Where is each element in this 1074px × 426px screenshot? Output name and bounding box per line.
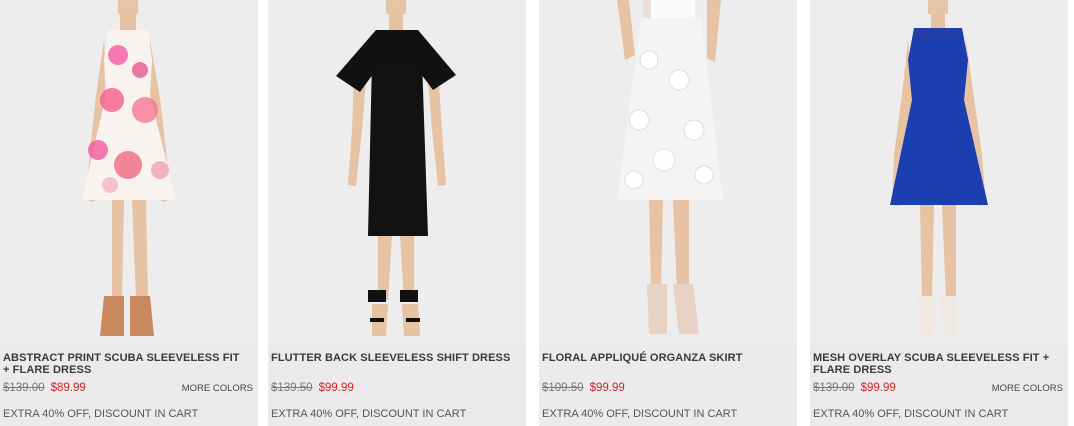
more-colors-link[interactable]: MORE COLORS (182, 383, 253, 394)
sale-price: $99.99 (589, 382, 625, 394)
price-row: $139.00 $89.99 (3, 382, 86, 394)
price-row: $139.00 $99.99 (813, 382, 896, 394)
sale-price: $99.99 (860, 382, 896, 394)
more-colors-link[interactable]: MORE COLORS (992, 383, 1063, 394)
price-row: $139.50 $99.99 (271, 382, 354, 394)
original-price: $109.50 (542, 382, 584, 394)
product-card[interactable]: MESH OVERLAY SCUBA SLEEVELESS FIT + FLAR… (810, 0, 1068, 426)
sale-price: $99.99 (318, 382, 354, 394)
product-info: MESH OVERLAY SCUBA SLEEVELESS FIT + FLAR… (810, 346, 1068, 426)
product-image[interactable] (268, 0, 526, 346)
original-price: $139.50 (271, 382, 313, 394)
promo-text: EXTRA 40% OFF, DISCOUNT IN CART (813, 408, 1009, 420)
product-name[interactable]: FLUTTER BACK SLEEVELESS SHIFT DRESS (271, 352, 511, 364)
product-grid: ABSTRACT PRINT SCUBA SLEEVELESS FIT + FL… (0, 0, 1074, 426)
product-name[interactable]: FLORAL APPLIQUÉ ORGANZA SKIRT (542, 352, 782, 364)
original-price: $139.00 (813, 382, 855, 394)
original-price: $139.00 (3, 382, 45, 394)
product-image[interactable] (810, 0, 1068, 346)
product-card[interactable]: ABSTRACT PRINT SCUBA SLEEVELESS FIT + FL… (0, 0, 258, 426)
product-info: FLUTTER BACK SLEEVELESS SHIFT DRESS $139… (268, 346, 526, 426)
promo-text: EXTRA 40% OFF, DISCOUNT IN CART (271, 408, 467, 420)
promo-text: EXTRA 40% OFF, DISCOUNT IN CART (542, 408, 738, 420)
product-name[interactable]: MESH OVERLAY SCUBA SLEEVELESS FIT + FLAR… (813, 352, 1053, 376)
product-image[interactable] (0, 0, 258, 346)
price-row: $109.50 $99.99 (542, 382, 625, 394)
product-info: FLORAL APPLIQUÉ ORGANZA SKIRT $109.50 $99… (539, 346, 797, 426)
promo-text: EXTRA 40% OFF, DISCOUNT IN CART (3, 408, 199, 420)
product-card[interactable]: FLUTTER BACK SLEEVELESS SHIFT DRESS $139… (268, 0, 526, 426)
product-image[interactable] (539, 0, 797, 346)
product-card[interactable]: FLORAL APPLIQUÉ ORGANZA SKIRT $109.50 $99… (539, 0, 797, 426)
product-info: ABSTRACT PRINT SCUBA SLEEVELESS FIT + FL… (0, 346, 258, 426)
product-name[interactable]: ABSTRACT PRINT SCUBA SLEEVELESS FIT + FL… (3, 352, 243, 376)
sale-price: $89.99 (50, 382, 86, 394)
